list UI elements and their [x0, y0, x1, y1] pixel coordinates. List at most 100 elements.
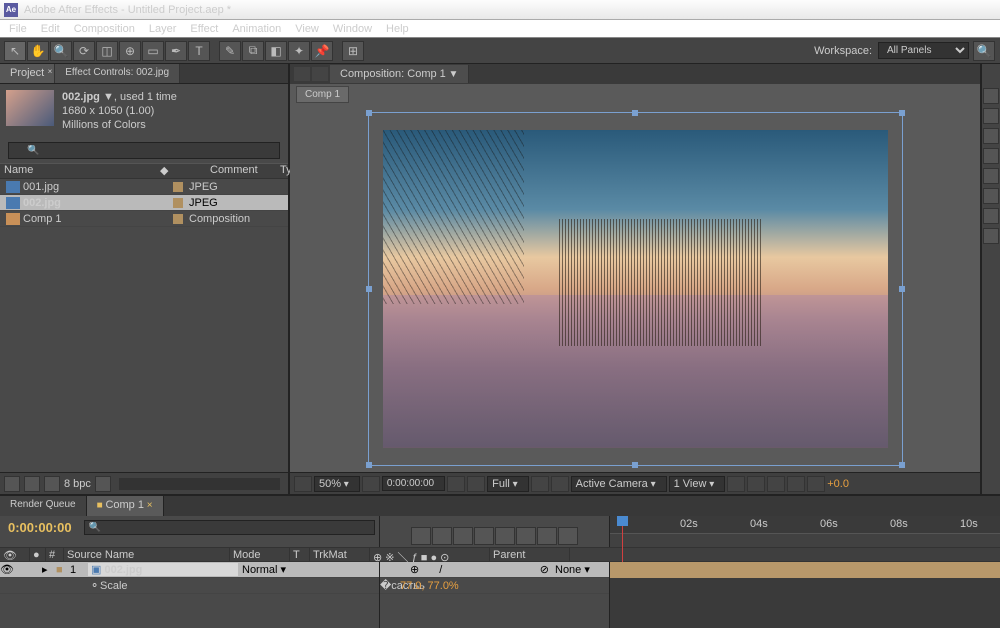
- camera-dropdown[interactable]: Active Camera ▾: [571, 476, 667, 492]
- composition-icon: [6, 213, 20, 225]
- tab-render-queue[interactable]: Render Queue: [0, 496, 87, 516]
- comp-subtab[interactable]: Comp 1: [296, 86, 349, 103]
- always-preview-icon[interactable]: [294, 476, 312, 492]
- project-item[interactable]: 002.jpg JPEG: [0, 195, 288, 211]
- camera-tool-icon[interactable]: ◫: [96, 41, 118, 61]
- timeline-property-row[interactable]: ⚬ Scale: [0, 578, 379, 594]
- menu-edit[interactable]: Edit: [34, 23, 67, 35]
- project-search-input[interactable]: [8, 142, 280, 159]
- right-panel-icon[interactable]: [983, 88, 999, 104]
- auto-keyframe-icon[interactable]: [537, 527, 557, 545]
- property-value-row[interactable]: �састьь 77.0, 77.0%: [380, 578, 609, 594]
- composition-panel: Composition: Comp 1 ▼ Comp 1 50% ▾ 0:00:…: [290, 64, 980, 494]
- project-column-headers: Name ◆ Comment Type: [0, 163, 288, 179]
- rotate-tool-icon[interactable]: ⟳: [73, 41, 95, 61]
- shape-tool-icon[interactable]: ▭: [142, 41, 164, 61]
- delete-icon[interactable]: [95, 476, 111, 492]
- menu-animation[interactable]: Animation: [225, 23, 288, 35]
- text-tool-icon[interactable]: T: [188, 41, 210, 61]
- roto-tool-icon[interactable]: ✦: [288, 41, 310, 61]
- col-label-icon[interactable]: ◆: [160, 164, 210, 178]
- right-panel-icon[interactable]: [983, 128, 999, 144]
- scale-value[interactable]: 77.0, 77.0%: [400, 580, 459, 592]
- composition-canvas: [383, 130, 888, 448]
- nav-back-icon[interactable]: [294, 67, 310, 81]
- menu-composition[interactable]: Composition: [67, 23, 142, 35]
- search-help-icon[interactable]: 🔍: [973, 41, 995, 61]
- timeline-track-area[interactable]: [610, 562, 1000, 628]
- brainstorm-icon[interactable]: [516, 527, 536, 545]
- right-panel-icon[interactable]: [983, 208, 999, 224]
- zoom-tool-icon[interactable]: 🔍: [50, 41, 72, 61]
- hand-tool-icon[interactable]: ✋: [27, 41, 49, 61]
- right-panel-icon[interactable]: [983, 168, 999, 184]
- roi-icon[interactable]: [531, 476, 549, 492]
- timeline-icon[interactable]: [767, 476, 785, 492]
- exposure-value[interactable]: +0.0: [827, 478, 849, 490]
- selection-tool-icon[interactable]: ↖: [4, 41, 26, 61]
- workspace-dropdown[interactable]: All Panels: [878, 42, 969, 59]
- new-folder-icon[interactable]: [24, 476, 40, 492]
- motion-blur-icon[interactable]: [495, 527, 515, 545]
- project-item[interactable]: Comp 1 Composition: [0, 211, 288, 227]
- layer-bar[interactable]: [610, 562, 1000, 578]
- graph-editor-icon[interactable]: [558, 527, 578, 545]
- clone-tool-icon[interactable]: ⧉: [242, 41, 264, 61]
- brush-tool-icon[interactable]: ✎: [219, 41, 241, 61]
- composition-viewer[interactable]: [290, 105, 980, 472]
- menu-help[interactable]: Help: [379, 23, 416, 35]
- tab-project[interactable]: Project ×: [0, 64, 55, 83]
- label-swatch: [173, 198, 183, 208]
- tab-effect-controls[interactable]: Effect Controls: 002.jpg: [55, 64, 180, 83]
- project-scrollbar[interactable]: [119, 478, 280, 490]
- snapshot-icon[interactable]: [447, 476, 465, 492]
- time-ruler[interactable]: 02s 04s 06s 08s 10s: [610, 516, 1000, 534]
- tab-composition[interactable]: Composition: Comp 1 ▼: [330, 65, 469, 83]
- zoom-dropdown[interactable]: 50% ▾: [314, 476, 360, 492]
- resolution-icon[interactable]: [362, 476, 380, 492]
- project-item[interactable]: 001.jpg JPEG: [0, 179, 288, 195]
- visibility-toggle-icon[interactable]: 👁: [0, 563, 14, 576]
- tab-timeline-comp[interactable]: ■ Comp 1 ×: [87, 496, 164, 516]
- reset-exposure-icon[interactable]: [807, 476, 825, 492]
- menu-window[interactable]: Window: [326, 23, 379, 35]
- view-layout-dropdown[interactable]: 1 View ▾: [669, 476, 726, 492]
- eraser-tool-icon[interactable]: ◧: [265, 41, 287, 61]
- right-panel-icon[interactable]: [983, 228, 999, 244]
- flowchart-icon[interactable]: [787, 476, 805, 492]
- draft-3d-icon[interactable]: [432, 527, 452, 545]
- timeline-search-input[interactable]: [84, 520, 375, 535]
- right-panel-icon[interactable]: [983, 108, 999, 124]
- menu-effect[interactable]: Effect: [183, 23, 225, 35]
- fast-preview-icon[interactable]: [747, 476, 765, 492]
- snap-icon[interactable]: ⊞: [342, 41, 364, 61]
- pen-tool-icon[interactable]: ✒: [165, 41, 187, 61]
- col-source-name[interactable]: Source Name: [64, 548, 230, 561]
- col-name[interactable]: Name: [0, 164, 160, 178]
- menu-view[interactable]: View: [288, 23, 326, 35]
- current-time-display[interactable]: 0:00:00:00: [0, 516, 80, 539]
- bpc-indicator[interactable]: 8 bpc: [64, 478, 91, 490]
- right-dock: [980, 64, 1000, 494]
- comp-flowchart-icon[interactable]: [312, 67, 328, 81]
- show-channel-icon[interactable]: [467, 476, 485, 492]
- transparency-grid-icon[interactable]: [551, 476, 569, 492]
- resolution-dropdown[interactable]: Full ▾: [487, 476, 529, 492]
- col-comment[interactable]: Comment: [210, 164, 260, 178]
- right-panel-icon[interactable]: [983, 188, 999, 204]
- puppet-tool-icon[interactable]: 📌: [311, 41, 333, 61]
- timeline-layer-row[interactable]: 👁 ▸ ■ 1 ▣ 002.jpg Normal ▾: [0, 562, 379, 578]
- menu-layer[interactable]: Layer: [142, 23, 184, 35]
- menu-file[interactable]: File: [2, 23, 34, 35]
- layer-switches[interactable]: ⊕/ ⊘ None ▾: [380, 562, 609, 578]
- comp-mini-flowchart-icon[interactable]: [411, 527, 431, 545]
- interpret-footage-icon[interactable]: [4, 476, 20, 492]
- new-comp-icon[interactable]: [44, 476, 60, 492]
- asset-info: 002.jpg ▼, used 1 time 1680 x 1050 (1.00…: [0, 84, 288, 138]
- timecode-display[interactable]: 0:00:00:00: [382, 476, 445, 491]
- pan-behind-tool-icon[interactable]: ⊕: [119, 41, 141, 61]
- pixel-aspect-icon[interactable]: [727, 476, 745, 492]
- hide-shy-icon[interactable]: [453, 527, 473, 545]
- frame-blend-icon[interactable]: [474, 527, 494, 545]
- right-panel-icon[interactable]: [983, 148, 999, 164]
